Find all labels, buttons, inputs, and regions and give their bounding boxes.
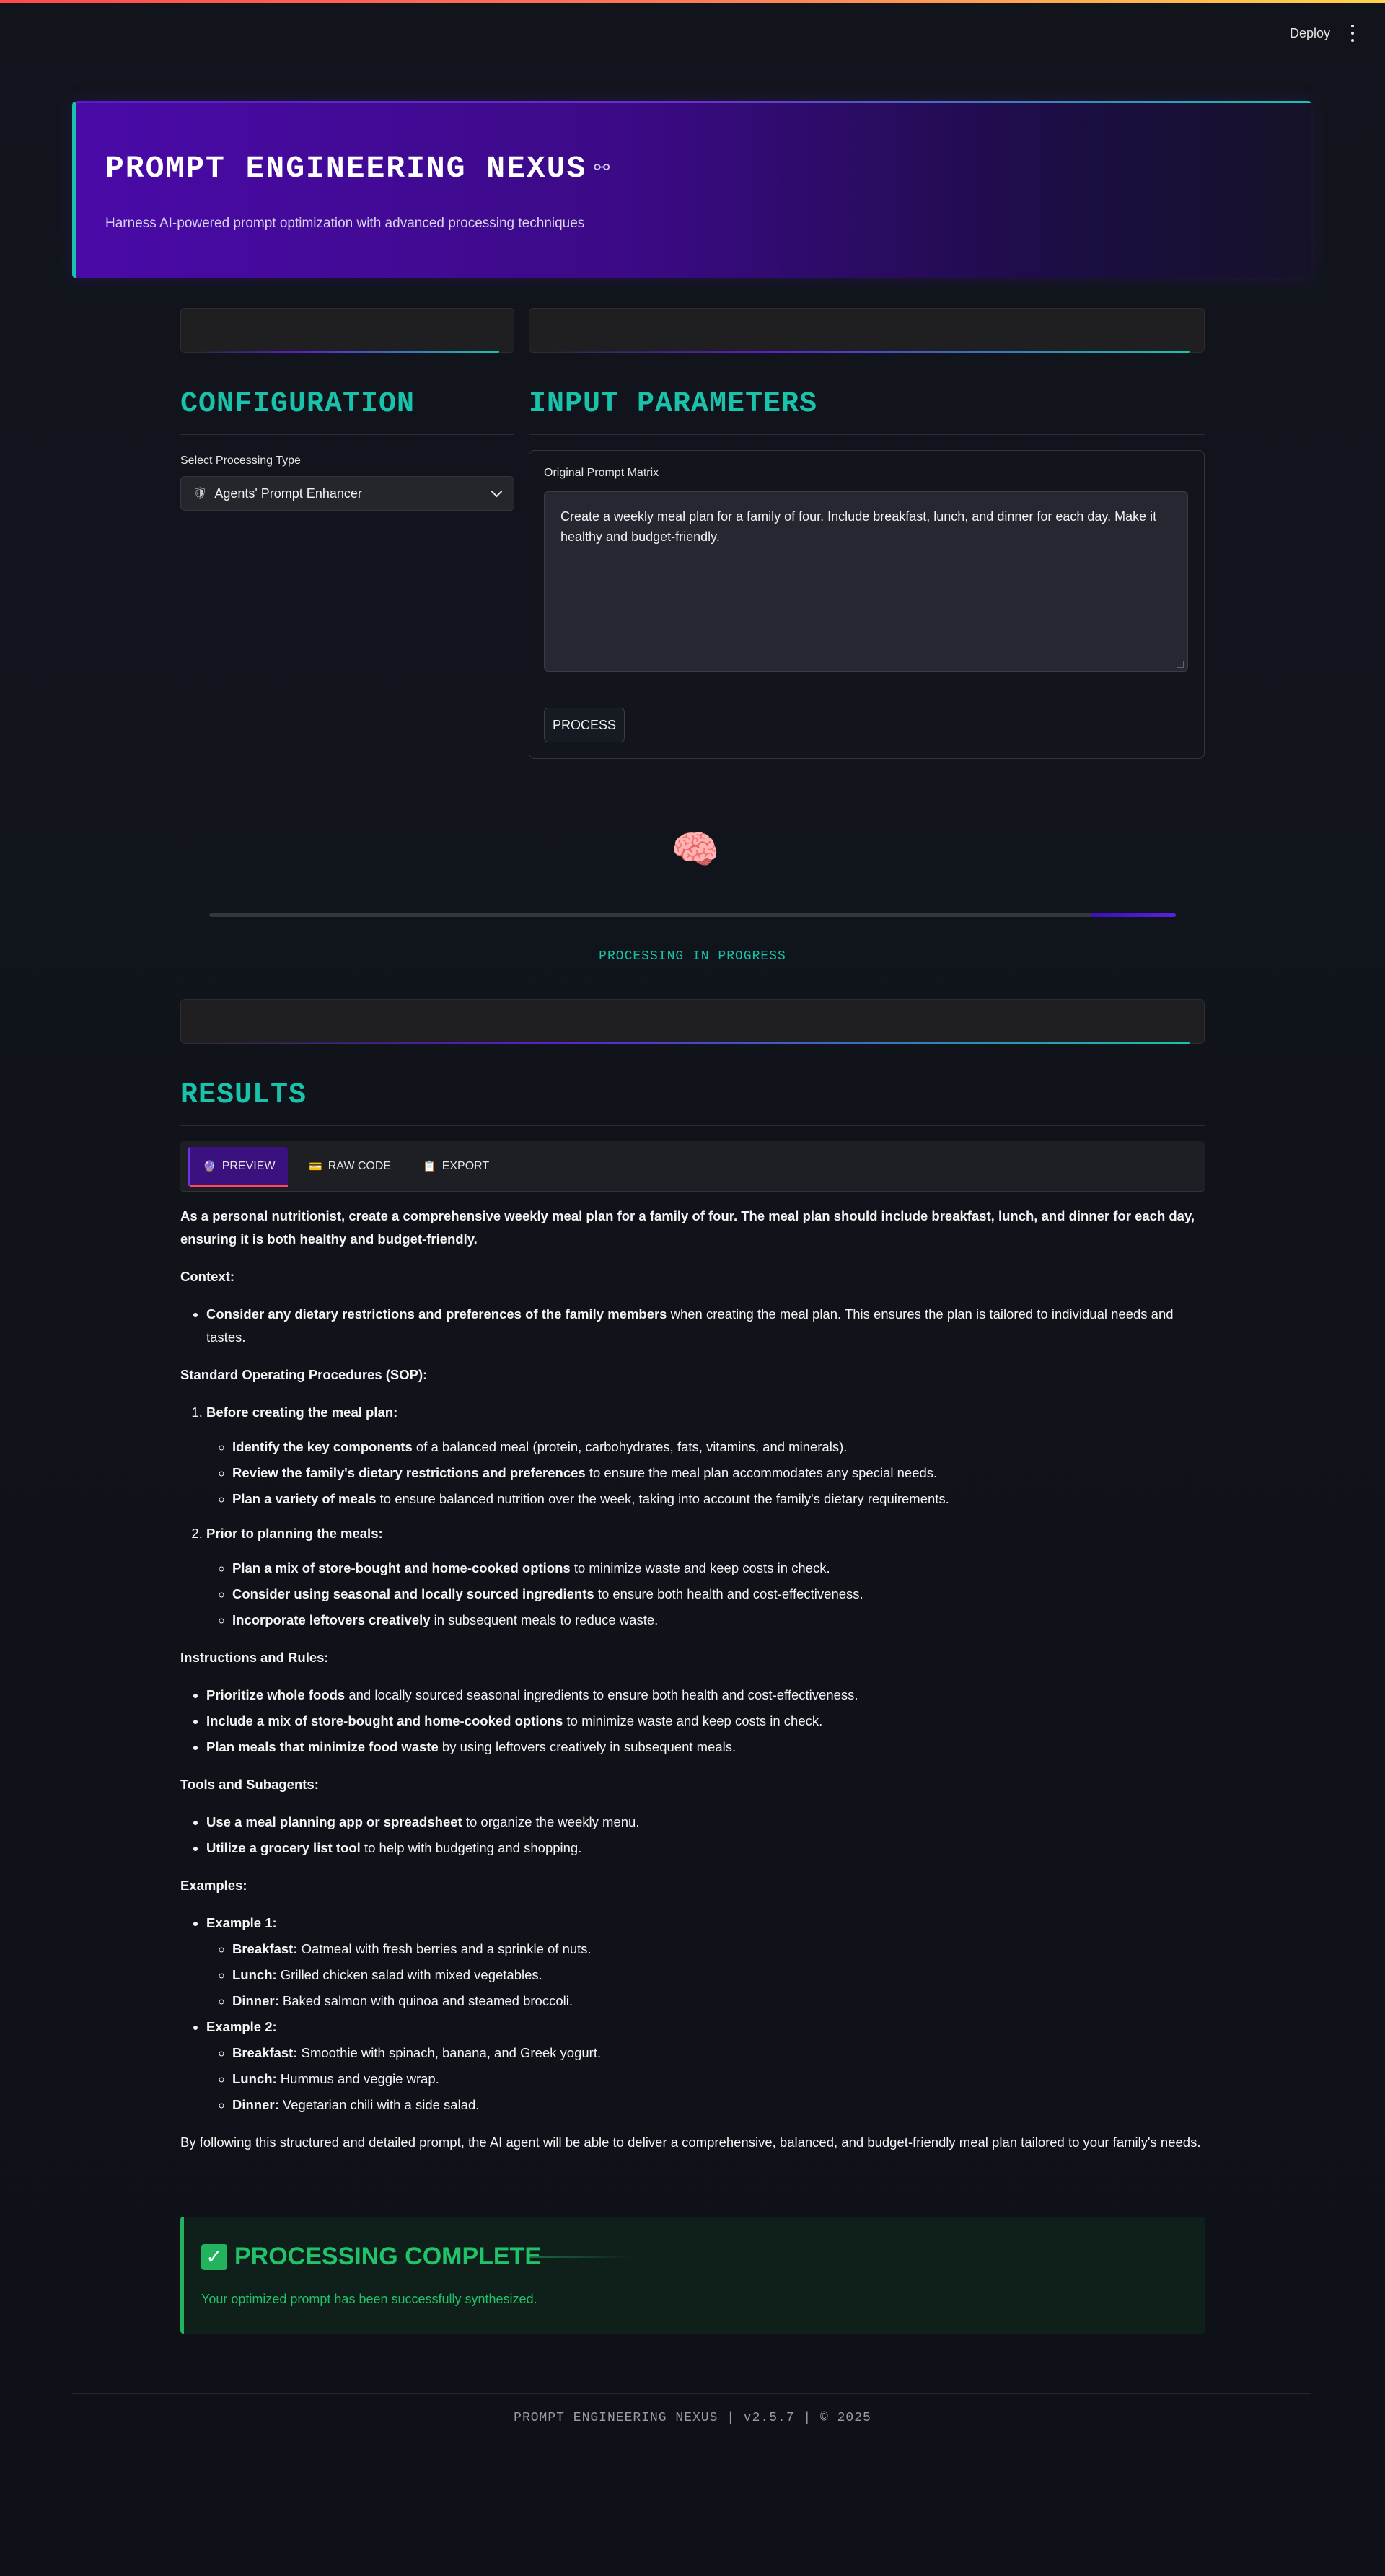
input-heading: INPUT PARAMETERS	[529, 388, 818, 421]
list-item: Incorporate leftovers creatively in subs…	[232, 1609, 1205, 1632]
list-item: Plan a mix of store-bought and home-cook…	[232, 1557, 1205, 1580]
tab-export[interactable]: 📋 EXPORT	[410, 1147, 502, 1186]
list-item: Lunch: Hummus and veggie wrap.	[232, 2067, 1205, 2091]
results-header-card	[180, 999, 1205, 1044]
config-header-card	[180, 308, 514, 353]
list-item: Consider using seasonal and locally sour…	[232, 1583, 1205, 1606]
list-item: Use a meal planning app or spreadsheet t…	[206, 1811, 1205, 1834]
list-item: Lunch: Grilled chicken salad with mixed …	[232, 1964, 1205, 1987]
success-message: Your optimized prompt has been successfu…	[201, 2292, 537, 2306]
results-tabs: 🔮 PREVIEW 💳 RAW CODE 📋 EXPORT	[180, 1141, 1205, 1192]
success-title: PROCESSING COMPLETE	[234, 2243, 542, 2270]
list-item: Identify the key components of a balance…	[232, 1436, 1205, 1459]
select-label: Select Processing Type	[180, 454, 301, 467]
config-divider	[180, 434, 514, 435]
success-divider	[530, 2256, 631, 2258]
list-item: Plan meals that minimize food waste by u…	[206, 1736, 1205, 1759]
app-toolbar: Deploy	[0, 3, 1385, 58]
examples-heading: Examples:	[180, 1878, 247, 1893]
context-heading: Context:	[180, 1269, 235, 1284]
config-heading: CONFIGURATION	[180, 388, 416, 421]
crystal-ball-icon: 🔮	[203, 1161, 216, 1173]
example-item: Example 1: Breakfast: Oatmeal with fresh…	[206, 1912, 1205, 2013]
list-item: Consider any dietary restrictions and pr…	[206, 1303, 1205, 1349]
sop-step: Prior to planning the meals: Plan a mix …	[206, 1522, 1205, 1632]
results-divider	[180, 1125, 1205, 1126]
app-subtitle: Harness AI-powered prompt optimization w…	[105, 216, 585, 231]
chevron-down-icon[interactable]	[491, 485, 503, 498]
list-item: Prioritize whole foods and locally sourc…	[206, 1684, 1205, 1707]
clipboard-icon: 📋	[423, 1161, 436, 1173]
progress-fill	[1091, 913, 1176, 917]
list-item: Dinner: Baked salmon with quinoa and ste…	[232, 1990, 1205, 2013]
input-header-card	[529, 308, 1205, 353]
progress-bar	[209, 913, 1176, 917]
card-icon: 💳	[309, 1161, 322, 1173]
deploy-button[interactable]: Deploy	[1290, 26, 1330, 41]
tab-label: EXPORT	[441, 1160, 490, 1172]
footer-text: PROMPT ENGINEERING NEXUS | v2.5.7 | © 20…	[514, 2411, 871, 2425]
closing-text: By following this structured and detaile…	[180, 2135, 1201, 2150]
tab-label: RAW CODE	[327, 1160, 392, 1172]
results-heading: RESULTS	[180, 1079, 307, 1112]
prompt-textarea[interactable]: Create a weekly meal plan for a family o…	[544, 491, 1188, 672]
example-item: Example 2: Breakfast: Smoothie with spin…	[206, 2015, 1205, 2116]
list-item: Utilize a grocery list tool to help with…	[206, 1837, 1205, 1860]
select-value: Agents' Prompt Enhancer	[214, 485, 362, 501]
tab-raw-code[interactable]: 💳 RAW CODE	[296, 1147, 404, 1186]
prompt-text: Create a weekly meal plan for a family o…	[560, 509, 1157, 544]
app-title-wrap: PROMPT ENGINEERING NEXUS ⚯	[105, 151, 611, 186]
list-item: Plan a variety of meals to ensure balanc…	[232, 1487, 1205, 1511]
processing-type-select[interactable]: 🛡 Agents' Prompt Enhancer	[180, 476, 514, 511]
success-alert: ✓ PROCESSING COMPLETE Your optimized pro…	[180, 2217, 1205, 2334]
list-item: Review the family's dietary restrictions…	[232, 1461, 1205, 1485]
result-preview: As a personal nutritionist, create a com…	[180, 1205, 1205, 2168]
list-item: Include a mix of store-bought and home-c…	[206, 1710, 1205, 1733]
intro-text: As a personal nutritionist, create a com…	[180, 1208, 1195, 1247]
prompt-form: Original Prompt Matrix Create a weekly m…	[529, 450, 1205, 759]
brain-icon: 🧠	[671, 828, 720, 871]
app-title: PROMPT ENGINEERING NEXUS	[105, 151, 587, 186]
sop-heading: Standard Operating Procedures (SOP):	[180, 1367, 428, 1382]
input-divider	[529, 434, 1205, 435]
progress-status: PROCESSING IN PROGRESS	[599, 949, 786, 964]
hero-banner: PROMPT ENGINEERING NEXUS ⚯ Harness AI-po…	[72, 101, 1311, 278]
sop-step: Before creating the meal plan: Identify …	[206, 1401, 1205, 1511]
link-icon: ⚯	[594, 158, 612, 180]
list-item: Breakfast: Smoothie with spinach, banana…	[232, 2041, 1205, 2065]
tab-label: PREVIEW	[221, 1160, 276, 1172]
footer-divider	[72, 2393, 1311, 2394]
robot-icon: 🛡	[193, 488, 208, 500]
success-title-wrap: ✓ PROCESSING COMPLETE	[201, 2243, 541, 2271]
rules-heading: Instructions and Rules:	[180, 1650, 329, 1665]
list-item: Dinner: Vegetarian chili with a side sal…	[232, 2093, 1205, 2116]
tab-preview[interactable]: 🔮 PREVIEW	[188, 1147, 289, 1187]
tools-heading: Tools and Subagents:	[180, 1777, 319, 1792]
list-item: Breakfast: Oatmeal with fresh berries an…	[232, 1938, 1205, 1961]
prompt-field-label: Original Prompt Matrix	[544, 467, 659, 479]
process-button[interactable]: PROCESS	[544, 708, 625, 742]
check-mark-icon: ✓	[201, 2243, 227, 2270]
kebab-menu-icon[interactable]	[1349, 25, 1356, 42]
resize-handle-icon[interactable]	[1177, 661, 1184, 668]
